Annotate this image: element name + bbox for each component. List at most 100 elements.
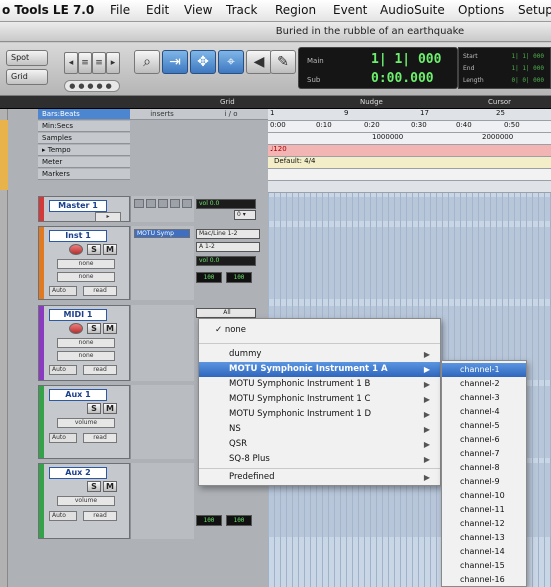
track-inst-1[interactable]: Inst 1 S M none none Auto read: [38, 226, 130, 300]
channel-item[interactable]: channel-2: [442, 377, 526, 391]
pan-right[interactable]: 100: [226, 515, 252, 526]
menu-item-sq8-plus[interactable]: SQ-8 Plus ▶: [199, 452, 440, 467]
channel-item[interactable]: channel-11: [442, 503, 526, 517]
channel-item[interactable]: channel-13: [442, 531, 526, 545]
track-name[interactable]: Master 1: [49, 200, 107, 212]
meter-ruler[interactable]: Default: 4/4: [268, 157, 551, 169]
solo-button[interactable]: S: [87, 244, 101, 255]
mute-button[interactable]: M: [103, 323, 117, 334]
min-secs-ruler[interactable]: 0:00 0:10 0:20 0:30 0:40 0:50: [268, 121, 551, 133]
automation-mode[interactable]: read: [83, 433, 117, 443]
tempo-ruler[interactable]: ♩120: [268, 145, 551, 157]
menu-options[interactable]: Options: [458, 3, 504, 17]
bars-beats-ruler[interactable]: 1 9 17 25: [268, 109, 551, 121]
track-aux-2[interactable]: Aux 2 S M volume Auto read: [38, 463, 130, 539]
channel-item[interactable]: channel-6: [442, 433, 526, 447]
track-view-select[interactable]: volume: [57, 496, 115, 506]
zoom-vertical-button[interactable]: ≡: [78, 52, 92, 74]
selection-indicators[interactable]: Start 1| 1| 000 End 1| 1| 000 Length 0| …: [458, 47, 551, 89]
app-menu[interactable]: o Tools LE 7.0: [2, 3, 94, 17]
menu-item-dummy[interactable]: dummy ▶: [199, 347, 440, 362]
grid-mode-button[interactable]: Grid: [6, 69, 48, 85]
mute-button[interactable]: M: [103, 403, 117, 414]
menu-track[interactable]: Track: [226, 3, 257, 17]
insert-slot[interactable]: [182, 199, 192, 208]
channel-item[interactable]: channel-3: [442, 391, 526, 405]
ruler-samples[interactable]: Samples: [38, 133, 130, 144]
pan-left[interactable]: 100: [196, 272, 222, 283]
ruler-meter[interactable]: Meter: [38, 157, 130, 168]
channel-item[interactable]: channel-9: [442, 475, 526, 489]
track-view-select[interactable]: none: [57, 351, 115, 361]
master-track-lane[interactable]: [268, 197, 551, 221]
samples-ruler[interactable]: 1000000 2000000: [268, 133, 551, 145]
channel-item[interactable]: channel-15: [442, 559, 526, 573]
tempo-marker[interactable]: ♩120: [270, 145, 287, 153]
menu-file[interactable]: File: [110, 3, 130, 17]
menu-item-motu-1d[interactable]: MOTU Symphonic Instrument 1 D ▶: [199, 407, 440, 422]
spot-mode-button[interactable]: Spot: [6, 50, 48, 66]
channel-item[interactable]: channel-14: [442, 545, 526, 559]
channel-item[interactable]: channel-4: [442, 405, 526, 419]
main-counter[interactable]: Main 1| 1| 000 Sub 0:00.000: [298, 47, 458, 89]
selector-tool[interactable]: ⌖: [218, 50, 244, 74]
pan-right[interactable]: 100: [226, 272, 252, 283]
insert-motu-symphonic[interactable]: MOTU Symp: [134, 229, 190, 238]
zoom-midi-button[interactable]: ≡: [92, 52, 106, 74]
menu-view[interactable]: View: [184, 3, 212, 17]
channel-item[interactable]: channel-1: [442, 363, 526, 377]
ruler-markers[interactable]: Markers: [38, 169, 130, 180]
menu-item-predefined[interactable]: Predefined ▶: [199, 470, 440, 485]
track-view-select[interactable]: volume: [57, 418, 115, 428]
master-output-select[interactable]: 0 ▾: [234, 210, 256, 220]
automation-mode[interactable]: read: [83, 286, 117, 296]
automation-mode[interactable]: read: [83, 365, 117, 375]
voice-select[interactable]: none: [57, 338, 115, 348]
menu-region[interactable]: Region: [275, 3, 316, 17]
nudge-label[interactable]: Nudge: [360, 98, 383, 106]
menu-audiosuite[interactable]: AudioSuite: [380, 3, 445, 17]
input-select[interactable]: Mac/Line 1-2: [196, 229, 260, 239]
pan-left[interactable]: 100: [196, 515, 222, 526]
track-options[interactable]: ▸: [95, 212, 121, 222]
track-midi-1[interactable]: MIDI 1 S M none none Auto read: [38, 305, 130, 381]
menu-edit[interactable]: Edit: [146, 3, 169, 17]
mute-button[interactable]: M: [103, 481, 117, 492]
menu-item-qsr[interactable]: QSR ▶: [199, 437, 440, 452]
zoom-out-button[interactable]: ◂: [64, 52, 78, 74]
grabber-tool[interactable]: ✥: [190, 50, 216, 74]
record-enable-button[interactable]: [69, 244, 83, 255]
master-output[interactable]: vol 0.0: [196, 199, 256, 209]
menu-setup[interactable]: Setup: [518, 3, 551, 17]
menu-item-ns[interactable]: NS ▶: [199, 422, 440, 437]
pencil-tool[interactable]: ✎: [270, 50, 296, 74]
voice-select[interactable]: none: [57, 259, 115, 269]
ruler-tempo[interactable]: ▸ Tempo: [38, 145, 130, 156]
insert-slot[interactable]: [170, 199, 180, 208]
track-name[interactable]: Aux 1: [49, 389, 107, 401]
insert-slot[interactable]: [158, 199, 168, 208]
automation-mode[interactable]: read: [83, 511, 117, 521]
record-enable-button[interactable]: [69, 323, 83, 334]
channel-item[interactable]: channel-5: [442, 419, 526, 433]
ruler-bars-beats[interactable]: Bars:Beats: [38, 109, 130, 120]
channel-item[interactable]: channel-16: [442, 573, 526, 587]
ruler-min-secs[interactable]: Min:Secs: [38, 121, 130, 132]
channel-item[interactable]: channel-8: [442, 461, 526, 475]
menu-item-none[interactable]: ✓ none: [199, 323, 440, 338]
inst-track-lane[interactable]: [268, 227, 551, 299]
volume-fader[interactable]: vol 0.0: [196, 256, 256, 266]
track-master[interactable]: Master 1 ▸: [38, 196, 130, 222]
zoom-presets[interactable]: ●●●●●: [64, 80, 120, 92]
track-name[interactable]: Inst 1: [49, 230, 107, 242]
channel-item[interactable]: channel-10: [442, 489, 526, 503]
grid-label[interactable]: Grid: [220, 98, 235, 106]
solo-button[interactable]: S: [87, 323, 101, 334]
markers-ruler[interactable]: [268, 169, 551, 181]
output-select[interactable]: A 1-2: [196, 242, 260, 252]
trim-tool[interactable]: ⇥: [162, 50, 188, 74]
track-name[interactable]: MIDI 1: [49, 309, 107, 321]
menu-event[interactable]: Event: [333, 3, 367, 17]
insert-slot[interactable]: [134, 199, 144, 208]
zoom-in-button[interactable]: ▸: [106, 52, 120, 74]
